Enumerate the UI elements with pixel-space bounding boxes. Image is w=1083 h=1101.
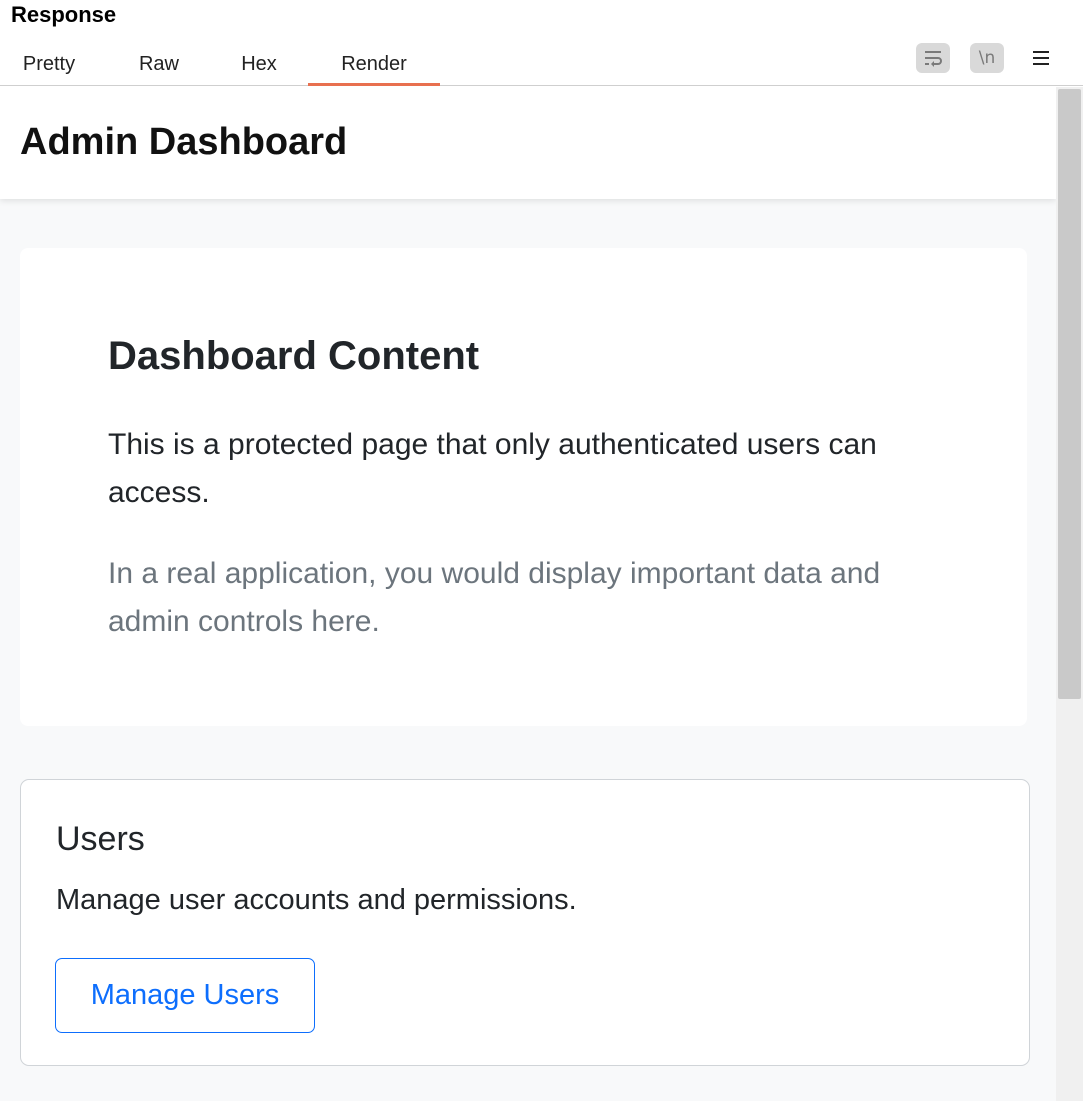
page-title: Admin Dashboard bbox=[20, 121, 348, 163]
site-header: Admin Dashboard bbox=[0, 87, 1056, 199]
manage-users-button[interactable]: Manage Users bbox=[55, 958, 315, 1033]
menu-button[interactable] bbox=[1027, 43, 1055, 73]
render-view: Admin Dashboard Dashboard Content This i… bbox=[0, 87, 1056, 1101]
hamburger-menu-icon bbox=[1033, 51, 1049, 65]
tab-hex[interactable]: Hex bbox=[222, 44, 296, 86]
panel-title: Response bbox=[11, 2, 117, 27]
dashboard-content-card: Dashboard Content This is a protected pa… bbox=[20, 248, 1027, 726]
tab-raw[interactable]: Raw bbox=[120, 44, 198, 86]
word-wrap-toggle-button[interactable] bbox=[916, 43, 950, 73]
protected-page-text: This is a protected page that only authe… bbox=[108, 428, 877, 509]
show-newlines-button[interactable]: \n bbox=[970, 43, 1004, 73]
scrollbar-thumb[interactable] bbox=[1058, 89, 1081, 699]
content-heading: Dashboard Content bbox=[108, 334, 480, 378]
tab-render[interactable]: Render bbox=[308, 44, 440, 86]
users-card: Users Manage user accounts and permissio… bbox=[20, 779, 1030, 1066]
tab-pretty[interactable]: Pretty bbox=[8, 44, 90, 86]
response-panel-header: Response Pretty Raw Hex Render \n bbox=[0, 0, 1083, 86]
users-card-title: Users bbox=[56, 820, 145, 858]
users-card-description: Manage user accounts and permissions. bbox=[56, 884, 577, 916]
word-wrap-icon bbox=[925, 51, 942, 67]
info-text: In a real application, you would display… bbox=[108, 557, 881, 638]
